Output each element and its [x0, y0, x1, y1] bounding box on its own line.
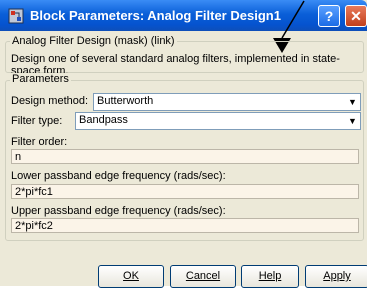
chevron-down-icon[interactable]: ▼	[345, 113, 360, 129]
design-method-label: Design method:	[11, 95, 89, 107]
apply-button[interactable]: Apply	[305, 265, 367, 288]
filter-type-label: Filter type:	[11, 115, 63, 127]
design-method-value: Butterworth	[97, 95, 154, 107]
filter-type-select[interactable]: Bandpass ▼	[75, 112, 361, 130]
chevron-down-icon[interactable]: ▼	[345, 94, 360, 110]
filter-order-label: Filter order:	[11, 136, 68, 148]
parameters-group-legend: Parameters	[10, 73, 71, 85]
title-bar[interactable]: Block Parameters: Analog Filter Design1 …	[0, 0, 367, 31]
simulink-icon	[8, 8, 24, 24]
lower-passband-field[interactable]: 2*pi*fc1	[11, 184, 359, 199]
window-title: Block Parameters: Analog Filter Design1	[30, 8, 281, 23]
filter-order-field[interactable]: n	[11, 149, 359, 164]
close-button[interactable]	[345, 5, 367, 27]
cancel-button[interactable]: Cancel	[170, 265, 236, 288]
block-parameters-dialog: Block Parameters: Analog Filter Design1 …	[0, 0, 367, 288]
help-title-button[interactable]: ?	[318, 5, 340, 27]
mask-group-legend: Analog Filter Design (mask) (link)	[10, 35, 177, 47]
help-button[interactable]: Help	[241, 265, 299, 288]
upper-passband-field[interactable]: 2*pi*fc2	[11, 218, 359, 233]
design-method-select[interactable]: Butterworth ▼	[93, 93, 361, 111]
filter-type-value: Bandpass	[79, 114, 128, 126]
lower-passband-label: Lower passband edge frequency (rads/sec)…	[11, 170, 226, 182]
upper-passband-label: Upper passband edge frequency (rads/sec)…	[11, 205, 226, 217]
ok-button[interactable]: OK	[98, 265, 164, 288]
